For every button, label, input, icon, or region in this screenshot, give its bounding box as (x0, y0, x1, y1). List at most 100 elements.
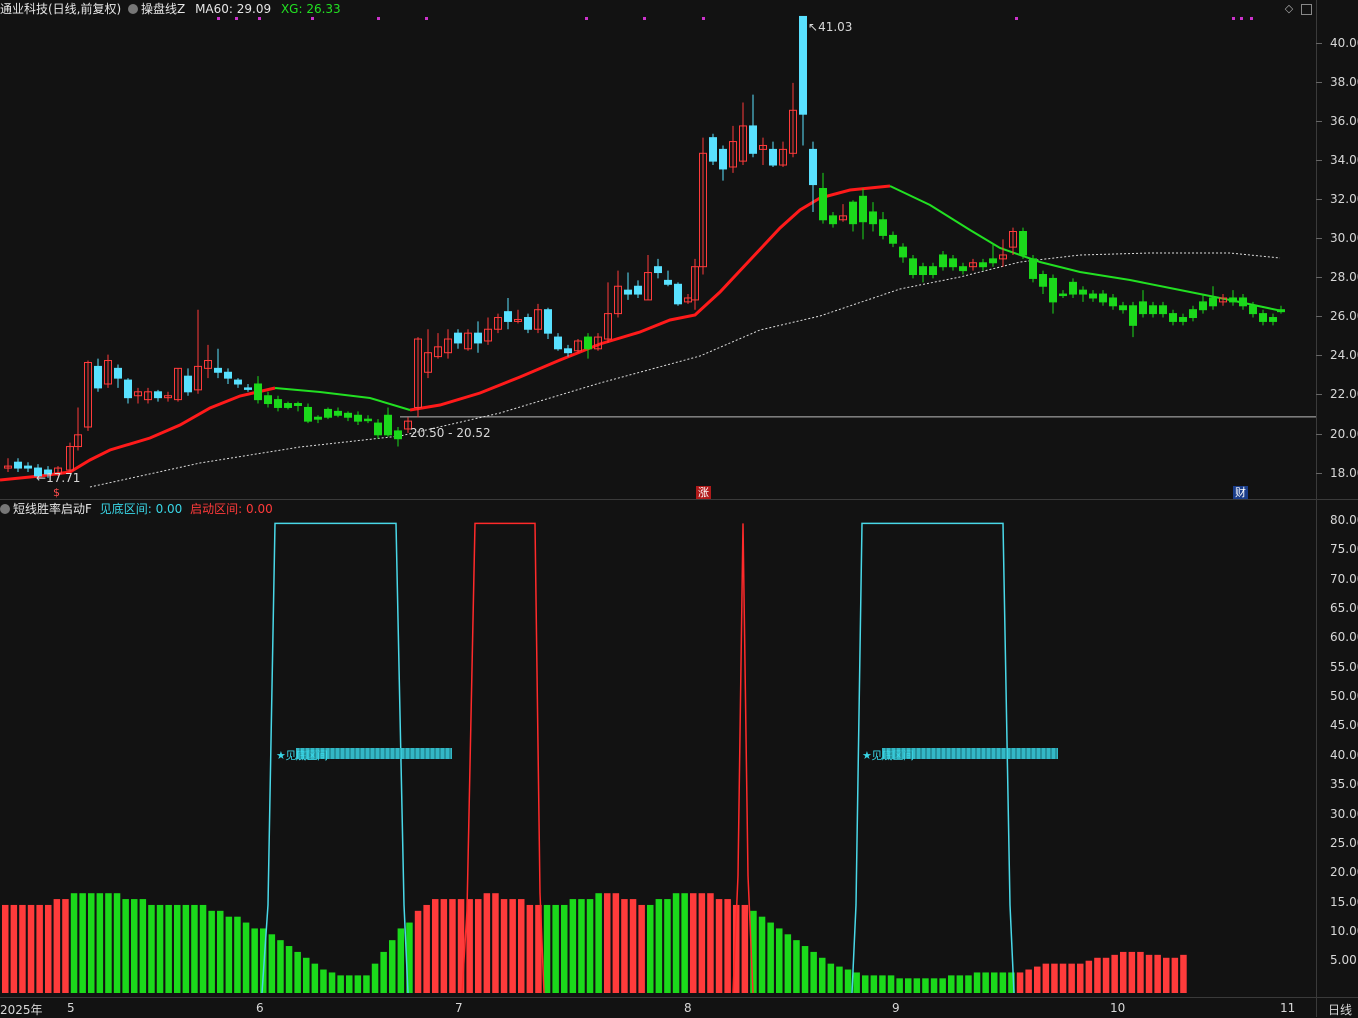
candle-body (1159, 305, 1167, 315)
ma-long-line (89, 252, 1281, 488)
histogram-bar (397, 928, 405, 993)
histogram-bar (139, 899, 147, 993)
chart-canvas[interactable] (0, 0, 1358, 1017)
ma-red-line (409, 184, 891, 412)
signal-dot (1250, 17, 1253, 20)
x-label-sep: 9 (892, 1001, 900, 1015)
candle-body (1239, 297, 1247, 307)
histogram-bar (612, 893, 620, 993)
sub-axis-label: 55.00 (1330, 659, 1358, 674)
sub-axis-label: 25.00 (1330, 835, 1358, 850)
candle-body (1269, 317, 1277, 322)
histogram-bar (844, 969, 852, 993)
price-axis-tick (1316, 121, 1322, 122)
candle-body (114, 367, 122, 379)
candle-body (889, 234, 897, 244)
sub-axis-label: 75.00 (1330, 542, 1358, 557)
histogram-bar (1120, 951, 1127, 993)
candle-body (254, 383, 262, 401)
histogram-bar (79, 893, 86, 993)
sub-axis-label: 35.00 (1330, 777, 1358, 792)
candle-body (1029, 258, 1037, 279)
histogram-bar (242, 922, 250, 993)
candle-body (959, 266, 967, 272)
candle-body (1089, 293, 1097, 299)
signal-dot (1015, 17, 1018, 20)
histogram-bar (973, 972, 981, 993)
histogram-bar (1077, 963, 1084, 993)
candle-body (24, 465, 32, 469)
period-label[interactable]: 日线 (1328, 1001, 1352, 1018)
sub-axis-label: 20.00 (1330, 865, 1358, 880)
histogram-bar (887, 975, 895, 993)
candle-body (1049, 277, 1057, 303)
candle-body (554, 336, 562, 350)
sub-axis-label: 80.00 (1330, 513, 1358, 527)
candle-body (284, 403, 292, 408)
price-axis-tick (1316, 199, 1322, 200)
candle-body (354, 414, 362, 422)
signal-dot (235, 17, 238, 20)
histogram-bar (1085, 960, 1093, 993)
signal-dot (377, 17, 380, 20)
candle-body (1059, 293, 1067, 297)
candle-body (929, 266, 937, 276)
histogram-bar (569, 899, 577, 993)
price-axis-label: 40.00 (1330, 36, 1358, 50)
price-axis-label: 38.00 (1330, 75, 1358, 89)
candle-body (949, 258, 957, 268)
histogram-bar (191, 904, 198, 993)
histogram-bar (1154, 954, 1161, 993)
dividend-marker[interactable]: $ (51, 486, 62, 499)
candle-body (1069, 281, 1077, 295)
x-label-aug: 8 (684, 1001, 692, 1015)
candle-body (1079, 289, 1087, 295)
histogram-bar (767, 922, 774, 993)
histogram-bar (810, 951, 817, 993)
histogram-bar (913, 978, 921, 993)
price-axis-label: 26.00 (1330, 309, 1358, 323)
candle-body (899, 246, 907, 258)
sub-axis-label: 30.00 (1330, 806, 1358, 821)
candle-body (1277, 309, 1285, 313)
rise-marker[interactable]: 涨 (696, 486, 711, 499)
candle-body (1139, 301, 1147, 315)
histogram-bar (870, 975, 878, 993)
candle-body (1259, 313, 1267, 322)
candle-body (654, 266, 662, 274)
histogram-bar (638, 904, 645, 993)
histogram-bar (208, 910, 215, 993)
histogram-bar (432, 899, 439, 993)
sub-axis-label: 15.00 (1330, 894, 1358, 909)
candle-body (1249, 305, 1257, 315)
histogram-bar (965, 975, 972, 993)
histogram-bar (10, 904, 18, 993)
histogram-bar (543, 904, 551, 993)
histogram-bar (1137, 951, 1144, 993)
candle-body (394, 430, 402, 440)
sub-axis-label: 65.00 (1330, 601, 1358, 616)
candle-body (809, 148, 817, 186)
histogram-bar (698, 893, 706, 993)
histogram-bar (561, 904, 568, 993)
price-axis-tick (1316, 355, 1322, 356)
histogram-bar (88, 893, 95, 993)
histogram-bar (70, 893, 78, 993)
histogram-bar (509, 899, 516, 993)
histogram-bar (801, 946, 809, 993)
candle-body (1229, 297, 1237, 303)
price-axis-label: 30.00 (1330, 231, 1358, 245)
candle-body (504, 311, 512, 322)
ma-green-line (274, 387, 411, 411)
x-label-oct: 10 (1110, 1001, 1126, 1015)
x-label-jun: 6 (256, 1001, 264, 1015)
histogram-bar (819, 957, 826, 993)
histogram-bar (1051, 963, 1058, 993)
price-axis-label: 28.00 (1330, 270, 1358, 284)
price-axis-label: 22.00 (1330, 387, 1358, 401)
finance-marker[interactable]: 财 (1233, 486, 1248, 499)
low-range-annotation: 20.50 - 20.52 (410, 426, 491, 440)
price-axis-tick (1316, 277, 1322, 278)
histogram-bar (174, 904, 181, 993)
candle-body (214, 367, 222, 373)
